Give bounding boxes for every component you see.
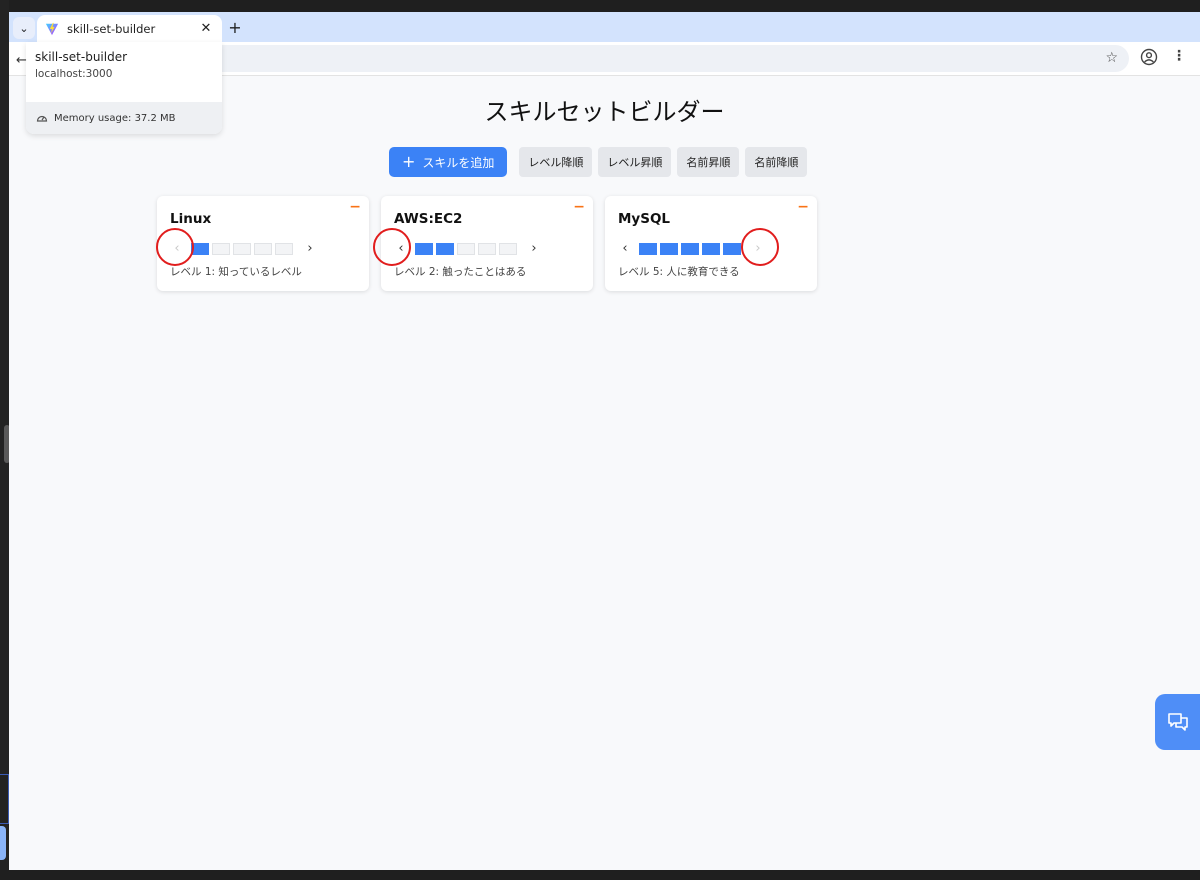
level-segment[interactable]: [254, 242, 272, 255]
side-panel-outline: [0, 774, 9, 824]
level-increase-icon[interactable]: ›: [526, 241, 542, 256]
controls-bar: + スキルを追加 レベル降順 レベル昇順 名前昇順 名前降順: [389, 147, 813, 177]
level-bar: [639, 242, 744, 255]
sort-name-desc-button[interactable]: 名前降順: [745, 147, 808, 177]
level-description: レベル 2: 触ったことはある: [394, 266, 527, 278]
level-segment[interactable]: [275, 242, 293, 255]
skill-card: − MySQL ‹ › レベル 5: 人に教育できる: [605, 196, 817, 291]
chevron-down-icon: ⌄: [19, 21, 29, 35]
vite-favicon-icon: [45, 22, 59, 35]
browser-window: ⌄ skill-set-builder ✕ + ☆ ⋮ ← skill-set-…: [9, 12, 1200, 870]
highlight-circle: [156, 228, 194, 266]
back-arrow-icon[interactable]: ←: [16, 53, 27, 68]
tab-title: skill-set-builder: [67, 21, 156, 36]
chat-button[interactable]: [1155, 694, 1200, 750]
bottom-frame: [0, 870, 1200, 880]
level-increase-icon[interactable]: ›: [302, 241, 318, 256]
level-segment[interactable]: [233, 242, 251, 255]
sort-level-desc-button[interactable]: レベル降順: [519, 147, 593, 177]
level-segment[interactable]: [415, 242, 433, 255]
plus-icon: +: [402, 152, 416, 171]
remove-skill-icon[interactable]: −: [349, 199, 361, 215]
level-selector: ‹ ›: [393, 241, 542, 256]
kebab-menu-icon[interactable]: ⋮: [1172, 48, 1186, 64]
add-skill-button[interactable]: + スキルを追加: [389, 147, 508, 177]
highlight-circle: [741, 228, 779, 266]
side-panel-tab[interactable]: [0, 826, 6, 860]
address-bar[interactable]: [209, 45, 1129, 72]
bookmark-star-icon[interactable]: ☆: [1105, 50, 1118, 66]
level-segment[interactable]: [457, 242, 475, 255]
level-description: レベル 5: 人に教育できる: [618, 266, 740, 278]
sort-name-asc-button[interactable]: 名前昇順: [677, 147, 740, 177]
level-segment[interactable]: [723, 242, 741, 255]
level-segment[interactable]: [681, 242, 699, 255]
level-segment[interactable]: [639, 242, 657, 255]
level-decrease-icon[interactable]: ‹: [617, 241, 633, 256]
level-segment[interactable]: [212, 242, 230, 255]
level-segment[interactable]: [660, 242, 678, 255]
skill-name: AWS:EC2: [394, 211, 463, 227]
add-skill-label: スキルを追加: [422, 155, 495, 170]
level-segment[interactable]: [702, 242, 720, 255]
level-segment[interactable]: [436, 242, 454, 255]
tab-strip: ⌄ skill-set-builder ✕ +: [9, 12, 1200, 42]
level-segment[interactable]: [478, 242, 496, 255]
skill-name: Linux: [170, 211, 212, 227]
remove-skill-icon[interactable]: −: [797, 199, 809, 215]
remove-skill-icon[interactable]: −: [573, 199, 585, 215]
level-description: レベル 1: 知っているレベル: [170, 266, 302, 278]
hovercard-title: skill-set-builder: [35, 50, 128, 64]
level-bar: [415, 242, 520, 255]
new-tab-button[interactable]: +: [224, 16, 246, 38]
skill-name: MySQL: [618, 211, 671, 227]
skill-card-list: − Linux ‹ › レベル 1: 知っているレベル − AWS:EC2 ‹ › レベル 2: …: [157, 196, 829, 291]
tab-search-button[interactable]: ⌄: [13, 17, 35, 39]
close-tab-icon[interactable]: ✕: [198, 21, 214, 36]
profile-icon[interactable]: [1140, 48, 1158, 66]
skill-card: − AWS:EC2 ‹ › レベル 2: 触ったことはある: [381, 196, 593, 291]
page-title: スキルセットビルダー: [484, 98, 725, 126]
hovercard-url: localhost:3000: [35, 68, 113, 80]
chat-bubbles-icon: [1167, 713, 1188, 731]
highlight-circle: [373, 228, 411, 266]
level-segment[interactable]: [499, 242, 517, 255]
tab-skill-set-builder[interactable]: skill-set-builder ✕: [37, 15, 222, 42]
sort-level-asc-button[interactable]: レベル昇順: [598, 147, 672, 177]
level-bar: [191, 242, 296, 255]
